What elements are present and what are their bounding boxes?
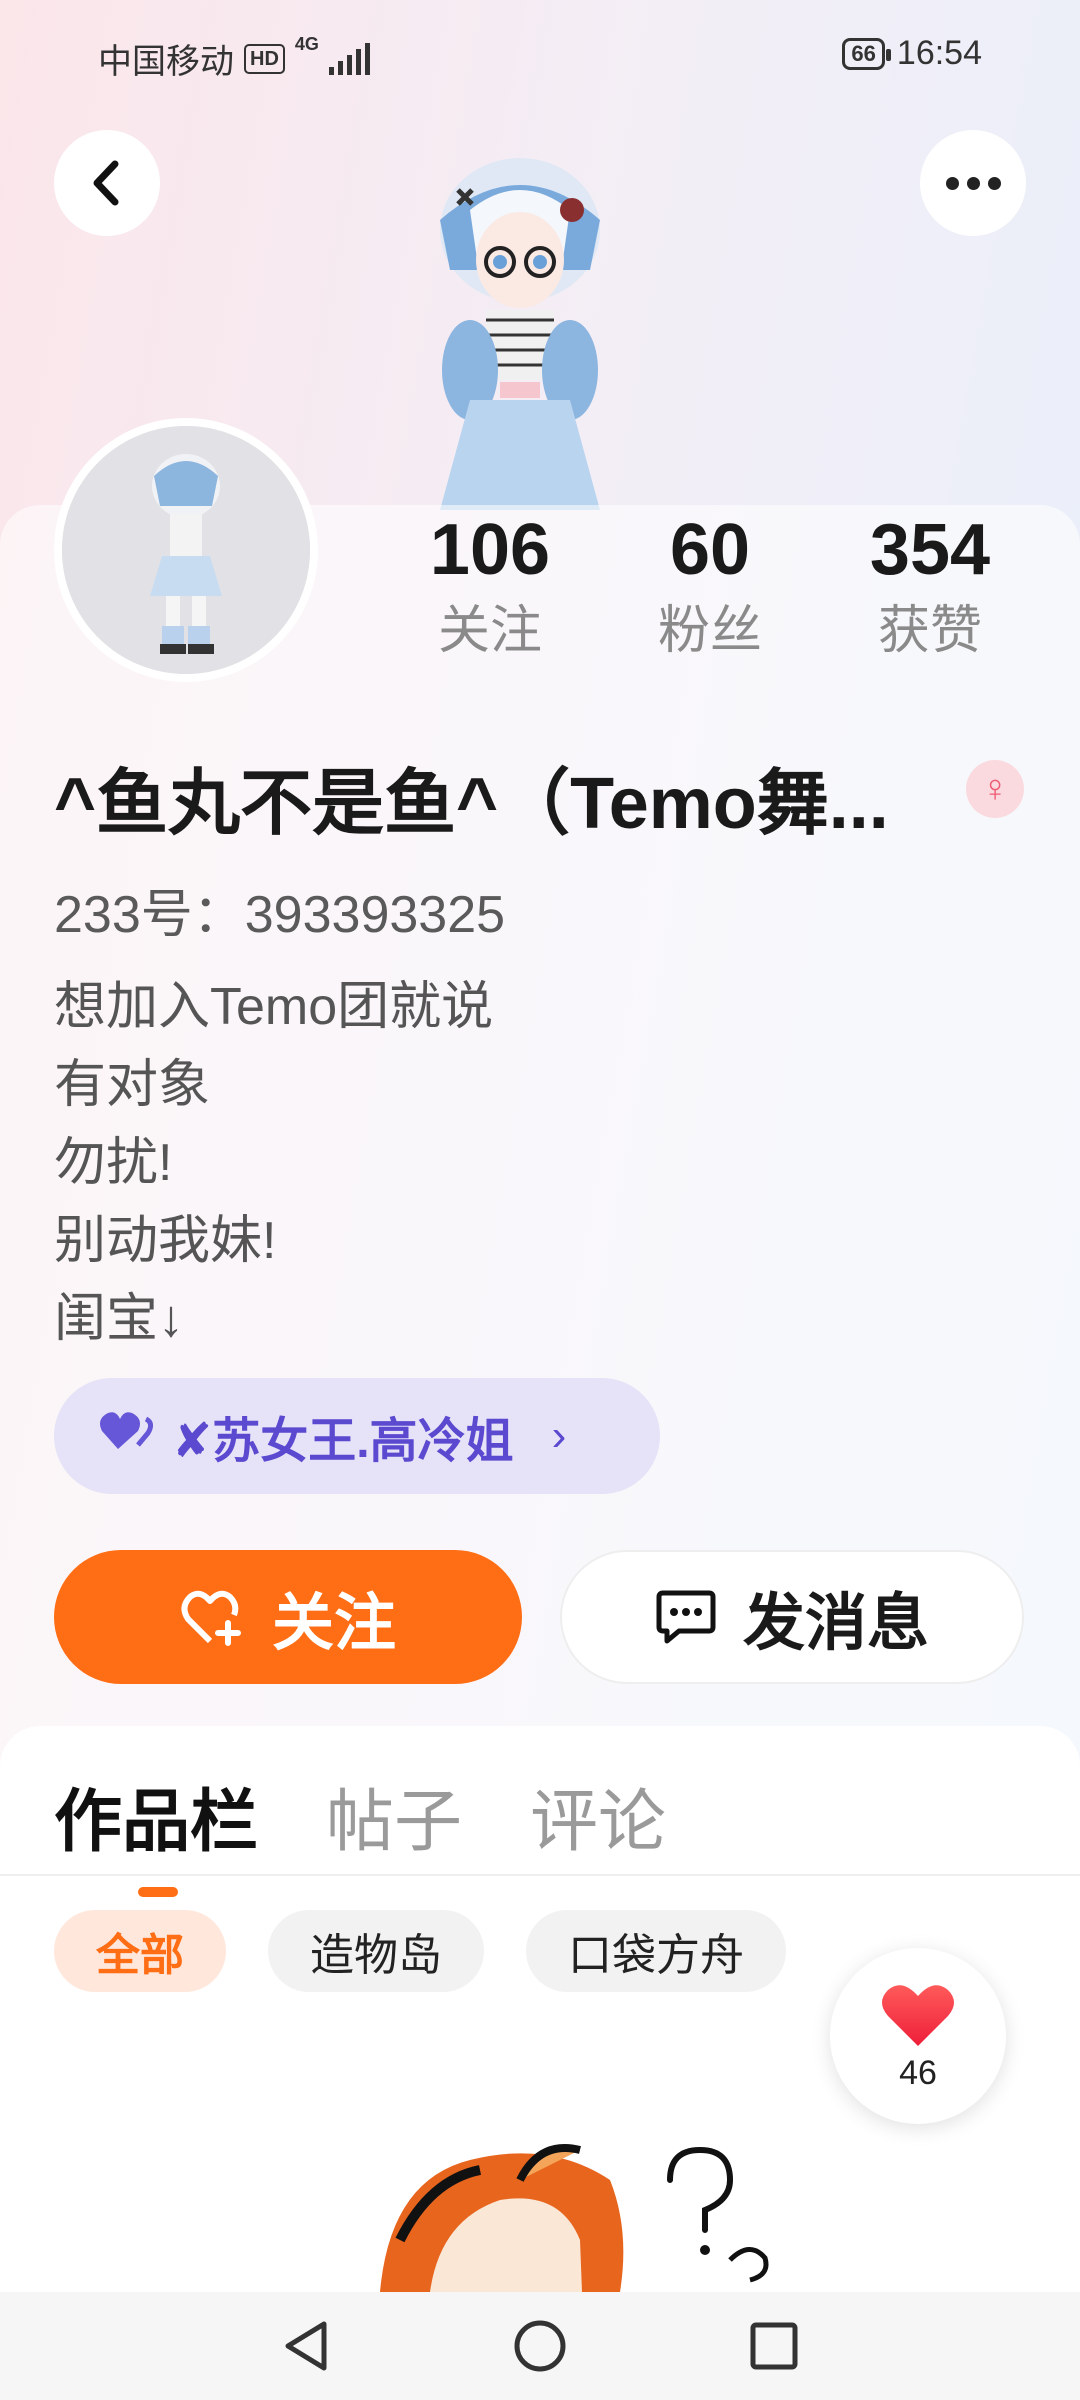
clock: 16:54 xyxy=(896,34,982,72)
battery-icon: 66 xyxy=(842,37,892,70)
tab-works[interactable]: 作品栏 xyxy=(54,1766,258,1897)
bio-line: 闺宝↓ xyxy=(54,1290,185,1348)
status-bar: 中国移动 HD 4G 66 16:54 xyxy=(0,0,1080,110)
more-options-button[interactable] xyxy=(920,130,1026,236)
stat-label: 关注 xyxy=(437,602,542,660)
bio-line: 别动我妹! xyxy=(54,1212,277,1270)
stat-number: 60 xyxy=(669,510,751,590)
chevron-right-icon: › xyxy=(551,1411,567,1460)
system-nav-bar xyxy=(0,2292,1080,2400)
chip-creation-island[interactable]: 造物岛 xyxy=(268,1910,484,1992)
avatar-figure xyxy=(62,426,310,674)
more-dots-icon xyxy=(945,176,1001,190)
carrier-label: 中国移动 xyxy=(98,43,234,81)
tab-bar: 作品栏 帖子 评论 xyxy=(54,1766,666,1897)
bio-line: 有对象 xyxy=(54,1056,211,1114)
profile-avatar-figure xyxy=(440,158,600,510)
stat-number: 354 xyxy=(869,510,991,590)
profile-bio: 想加入Temo团就说 有对象 勿扰! 别动我妹! 闺宝↓ xyxy=(54,968,493,1358)
signal-icon xyxy=(328,42,370,75)
cp-name: ✘苏女王.高冷姐 xyxy=(172,1415,514,1468)
chip-all[interactable]: 全部 xyxy=(54,1910,226,1992)
chip-pocket-ark[interactable]: 口袋方舟 xyxy=(526,1910,786,1992)
hd-icon: HD xyxy=(244,43,285,74)
heart-plus-icon xyxy=(181,1590,241,1646)
filter-chips: 全部 造物岛 口袋方舟 xyxy=(54,1910,786,1992)
stat-following[interactable]: 106 关注 xyxy=(380,508,600,666)
bio-line: 想加入Temo团就说 xyxy=(54,978,494,1036)
follow-label: 关注 xyxy=(271,1589,396,1658)
like-button[interactable]: 46 xyxy=(830,1948,1006,2124)
send-message-button[interactable]: 发消息 xyxy=(560,1550,1024,1684)
like-count: 46 xyxy=(899,2053,937,2092)
female-gender-icon: ♀ xyxy=(966,760,1024,818)
chevron-left-icon xyxy=(93,160,119,206)
stat-label: 获赞 xyxy=(877,602,982,660)
follow-button[interactable]: 关注 xyxy=(54,1550,522,1684)
nav-back-icon[interactable] xyxy=(280,2318,332,2374)
bio-line: 勿扰! xyxy=(54,1134,173,1192)
tab-comments[interactable]: 评论 xyxy=(530,1766,666,1865)
stat-likes[interactable]: 354 获赞 xyxy=(820,508,1040,666)
stat-followers[interactable]: 60 粉丝 xyxy=(600,508,820,666)
profile-stats: 106 关注 60 粉丝 354 获赞 xyxy=(380,508,1040,666)
cartoon-illustration xyxy=(380,2144,769,2292)
stat-number: 106 xyxy=(429,510,551,590)
message-label: 发消息 xyxy=(742,1589,929,1658)
profile-name: ^鱼丸不是鱼^（Temo舞... xyxy=(54,764,889,844)
stat-label: 粉丝 xyxy=(657,602,762,660)
tab-posts[interactable]: 帖子 xyxy=(326,1766,462,1865)
network-type: 4G xyxy=(294,34,319,54)
user-id: 233号：393393325 xyxy=(54,886,506,944)
tab-divider xyxy=(0,1874,1080,1876)
chat-bubble-icon xyxy=(656,1590,716,1644)
nav-home-icon[interactable] xyxy=(512,2318,568,2374)
cp-relation-badge[interactable]: ✘苏女王.高冷姐 › xyxy=(54,1378,660,1494)
back-button[interactable] xyxy=(54,130,160,236)
heart-icon xyxy=(98,1409,154,1464)
nav-recents-icon[interactable] xyxy=(748,2320,800,2372)
avatar[interactable] xyxy=(54,418,318,682)
heart-icon xyxy=(882,1984,954,2046)
